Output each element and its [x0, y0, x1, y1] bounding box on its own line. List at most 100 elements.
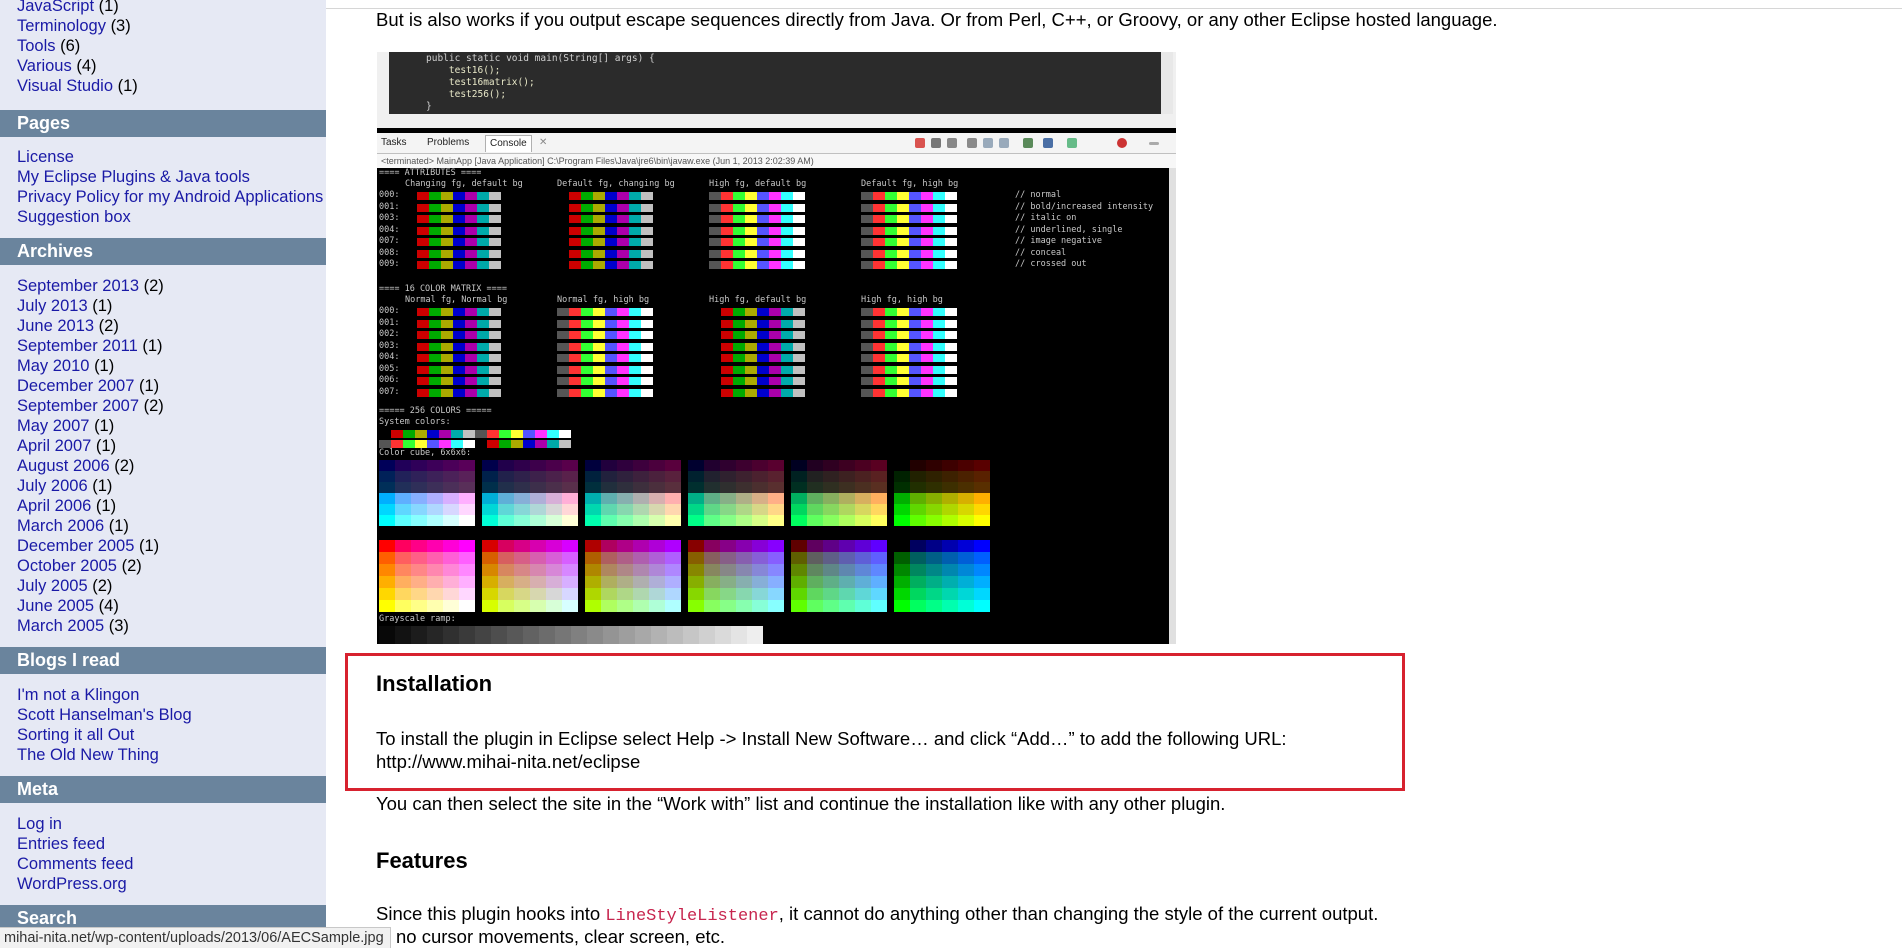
list-item[interactable]: December 2005 (1)	[17, 536, 164, 556]
list-item[interactable]: July 2006 (1)	[17, 476, 164, 496]
archive-link[interactable]: December 2005	[17, 537, 134, 555]
color-swatch	[757, 203, 769, 212]
list-item[interactable]: Privacy Policy for my Android Applicatio…	[17, 187, 323, 207]
archive-link[interactable]: December 2007	[17, 377, 134, 395]
remove-all-icon[interactable]	[947, 138, 957, 148]
color-swatch	[793, 354, 805, 362]
list-item[interactable]: August 2006 (2)	[17, 456, 164, 476]
cube-cell	[704, 552, 720, 564]
list-item[interactable]: I'm not a Klingon	[17, 685, 192, 705]
list-item[interactable]: September 2011 (1)	[17, 336, 164, 356]
list-item[interactable]: Various (4)	[17, 56, 138, 76]
ansi-toggle-icon[interactable]	[1117, 138, 1127, 148]
list-item[interactable]: September 2013 (2)	[17, 276, 164, 296]
list-item[interactable]: March 2006 (1)	[17, 516, 164, 536]
list-item[interactable]: June 2013 (2)	[17, 316, 164, 336]
console-scrollbar[interactable]	[1169, 168, 1176, 644]
archive-link[interactable]: July 2005	[17, 577, 88, 595]
swatch-row	[405, 377, 501, 385]
page-link[interactable]: License	[17, 148, 74, 166]
list-item[interactable]: Visual Studio (1)	[17, 76, 138, 96]
archive-link[interactable]: May 2010	[17, 357, 89, 375]
list-item[interactable]: Log in	[17, 814, 133, 834]
blog-link[interactable]: Scott Hanselman's Blog	[17, 706, 192, 724]
tab-problems[interactable]: Problems	[427, 135, 469, 151]
color-swatch	[945, 308, 957, 316]
list-item[interactable]: License	[17, 147, 323, 167]
list-item[interactable]: Suggestion box	[17, 207, 323, 227]
archive-link[interactable]: April 2006	[17, 497, 91, 515]
meta-link[interactable]: Comments feed	[17, 855, 133, 873]
archive-link[interactable]: March 2005	[17, 617, 104, 635]
cube-cell	[601, 493, 617, 504]
page-link[interactable]: Privacy Policy for my Android Applicatio…	[17, 188, 323, 206]
list-item[interactable]: May 2007 (1)	[17, 416, 164, 436]
swatch-row	[709, 342, 805, 351]
archive-link[interactable]: July 2013	[17, 297, 88, 315]
list-item[interactable]: December 2007 (1)	[17, 376, 164, 396]
list-item[interactable]: May 2010 (1)	[17, 356, 164, 376]
list-item[interactable]: September 2007 (2)	[17, 396, 164, 416]
archive-link[interactable]: April 2007	[17, 437, 91, 455]
list-item[interactable]: Scott Hanselman's Blog	[17, 705, 192, 725]
page-link[interactable]: My Eclipse Plugins & Java tools	[17, 168, 250, 186]
open-console-icon[interactable]	[1067, 138, 1077, 148]
list-item[interactable]: JavaScript (1)	[17, 0, 138, 16]
remove-launch-icon[interactable]	[931, 138, 941, 148]
category-link[interactable]: Terminology	[17, 17, 106, 35]
aec-sample-screenshot[interactable]: public static void main(String[] args) {…	[377, 52, 1176, 644]
category-link[interactable]: Tools	[17, 37, 56, 55]
list-item[interactable]: Sorting it all Out	[17, 725, 192, 745]
meta-link[interactable]: Log in	[17, 815, 62, 833]
close-icon[interactable]: ✕	[539, 135, 547, 151]
category-link[interactable]: Visual Studio	[17, 77, 113, 95]
list-item[interactable]: March 2005 (3)	[17, 616, 164, 636]
color-swatch	[721, 342, 733, 351]
clear-console-icon[interactable]	[967, 138, 977, 148]
page-link[interactable]: Suggestion box	[17, 208, 131, 226]
minimize-icon[interactable]	[1149, 142, 1159, 145]
archive-link[interactable]: June 2005	[17, 597, 94, 615]
archive-link[interactable]: September 2013	[17, 277, 139, 295]
list-item[interactable]: June 2005 (4)	[17, 596, 164, 616]
list-item[interactable]: April 2006 (1)	[17, 496, 164, 516]
category-link[interactable]: JavaScript	[17, 0, 94, 15]
cube-cell	[942, 504, 958, 515]
scroll-lock-icon[interactable]	[983, 138, 993, 148]
terminate-icon[interactable]	[915, 138, 925, 148]
word-wrap-icon[interactable]	[999, 138, 1009, 148]
install-url[interactable]: http://www.mihai-nita.net/eclipse	[376, 750, 640, 774]
archive-link[interactable]: September 2007	[17, 397, 139, 415]
archive-link[interactable]: June 2013	[17, 317, 94, 335]
archive-link[interactable]: July 2006	[17, 477, 88, 495]
blog-link[interactable]: I'm not a Klingon	[17, 686, 139, 704]
tab-console[interactable]: Console	[485, 135, 532, 152]
archive-link[interactable]: May 2007	[17, 417, 89, 435]
display-console-icon[interactable]	[1043, 138, 1053, 148]
archive-link[interactable]: March 2006	[17, 517, 104, 535]
meta-link[interactable]: Entries feed	[17, 835, 105, 853]
pin-console-icon[interactable]	[1023, 138, 1033, 148]
list-item[interactable]: Terminology (3)	[17, 16, 138, 36]
list-item[interactable]: My Eclipse Plugins & Java tools	[17, 167, 323, 187]
meta-link[interactable]: WordPress.org	[17, 875, 127, 893]
list-item[interactable]: October 2005 (2)	[17, 556, 164, 576]
category-link[interactable]: Various	[17, 57, 72, 75]
editor-scrollbar[interactable]	[1161, 52, 1173, 114]
archive-link[interactable]: August 2006	[17, 457, 110, 475]
list-item[interactable]: Tools (6)	[17, 36, 138, 56]
blog-link[interactable]: Sorting it all Out	[17, 726, 134, 744]
list-item[interactable]: WordPress.org	[17, 874, 133, 894]
list-item[interactable]: Entries feed	[17, 834, 133, 854]
blog-link[interactable]: The Old New Thing	[17, 746, 159, 764]
list-item[interactable]: July 2013 (1)	[17, 296, 164, 316]
list-item[interactable]: July 2005 (2)	[17, 576, 164, 596]
tab-tasks[interactable]: Tasks	[381, 135, 407, 151]
list-item[interactable]: April 2007 (1)	[17, 436, 164, 456]
cube-cell	[395, 493, 411, 504]
list-item[interactable]: Comments feed	[17, 854, 133, 874]
list-item[interactable]: The Old New Thing	[17, 745, 192, 765]
archive-link[interactable]: October 2005	[17, 557, 117, 575]
archive-link[interactable]: September 2011	[17, 337, 138, 355]
column-title: Normal fg, high bg	[557, 295, 650, 305]
